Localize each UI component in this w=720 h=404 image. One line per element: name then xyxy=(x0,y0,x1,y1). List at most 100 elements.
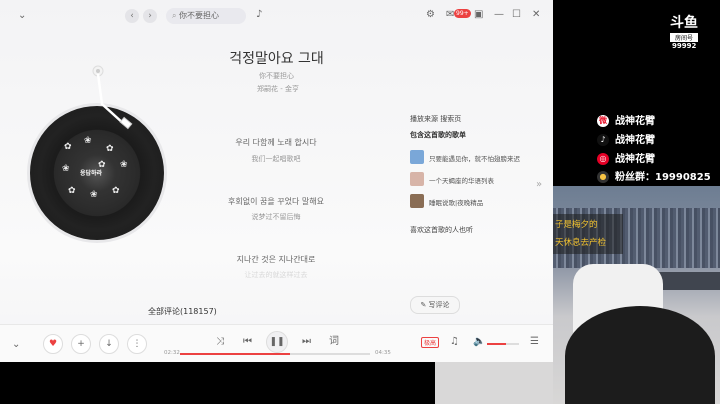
social-label: 粉丝群：19990825 xyxy=(615,172,711,183)
mini-mode-icon[interactable]: ▣ xyxy=(474,8,483,22)
lyric-translation: 让过去的就这样过去 xyxy=(244,271,308,279)
like-heart-button[interactable]: ♥ xyxy=(43,334,63,354)
playlist-item[interactable]: 睡眠说歌|夜晚精品 xyxy=(410,194,545,212)
current-time: 02:32 xyxy=(164,350,180,356)
minimize-icon[interactable]: — xyxy=(494,8,504,22)
playlist-item[interactable]: 一个天蝎座的华语列表 xyxy=(410,172,545,190)
expand-right-chevron-icon[interactable]: » xyxy=(536,178,542,192)
mail-icon[interactable]: ✉ xyxy=(446,8,454,22)
lyric-line: 후회없이 꿈을 꾸었다 말해요 xyxy=(228,197,324,206)
flower-icon: ✿ xyxy=(68,186,76,196)
progress-bar[interactable] xyxy=(180,353,370,355)
netease-icon: ◎ xyxy=(597,153,609,165)
volume-fill xyxy=(487,343,507,345)
platform-name: 斗鱼 xyxy=(670,15,698,31)
overlay-strip xyxy=(435,362,553,404)
fans-icon: ● xyxy=(597,171,609,183)
notification-badge: 99+ xyxy=(454,9,471,18)
collapse-chevron-icon[interactable]: ⌄ xyxy=(12,338,20,352)
song-artist[interactable]: 郑嗣花 - 金亨 xyxy=(248,84,308,94)
playlist-item[interactable]: 只要能遇见你，就不怕翅膀来迟 xyxy=(410,150,545,168)
audio-quality-badge[interactable]: 极高 xyxy=(421,337,440,348)
similar-listeners-heading: 喜欢这首歌的人也听 xyxy=(410,226,473,234)
voice-search-icon[interactable]: ♪ xyxy=(256,8,262,22)
close-icon[interactable]: ✕ xyxy=(532,8,540,22)
lyric-translation: 我们一起唱歌吧 xyxy=(251,155,301,163)
flower-icon: ✿ xyxy=(112,186,120,196)
cover-text: 응답하라 xyxy=(80,170,103,177)
forward-button[interactable]: › xyxy=(143,9,157,23)
tiktok-icon: ♪ xyxy=(597,134,609,146)
total-time: 04:35 xyxy=(375,350,391,356)
douyu-logo: 斗鱼 房间号 xyxy=(666,12,702,42)
flower-icon: ❀ xyxy=(90,190,98,200)
social-tiktok: ♪ 战神花臂 xyxy=(597,131,655,146)
lyric-line: 우리 다함께 노래 합시다 xyxy=(235,138,317,147)
more-icon: ⋮ xyxy=(132,339,142,349)
flower-icon: ❀ xyxy=(62,164,70,174)
social-label: 战神花臂 xyxy=(615,135,655,146)
playlist-thumbnail xyxy=(410,172,424,186)
flower-icon: ❀ xyxy=(84,136,92,146)
download-icon: ↓ xyxy=(105,339,113,349)
flower-icon: ✿ xyxy=(106,144,114,154)
weibo-icon: 微 xyxy=(597,115,609,127)
room-label: 房间号 xyxy=(670,33,698,42)
shuffle-icon[interactable]: ⤨ xyxy=(216,335,224,349)
flower-icon: ✿ xyxy=(64,142,72,152)
heart-icon: ♥ xyxy=(48,339,58,349)
pencil-icon: ✎ xyxy=(420,301,429,309)
playlist-name: 只要能遇见你，就不怕翅膀来迟 xyxy=(429,155,520,163)
plus-icon: + xyxy=(77,339,85,349)
more-options-button[interactable]: ⋮ xyxy=(127,334,147,354)
download-button[interactable]: ↓ xyxy=(99,334,119,354)
social-label: 战神花臂 xyxy=(615,154,655,165)
search-icon: ⌕ xyxy=(172,11,177,20)
lyric-translation: 说梦过不留后悔 xyxy=(251,213,301,221)
sound-effect-icon[interactable]: ♫ xyxy=(450,335,459,349)
song-subtitle: 你不要担心 xyxy=(259,72,294,80)
social-fans: ● 粉丝群：19990825 xyxy=(597,168,711,183)
collapse-chevron-icon[interactable]: ⌄ xyxy=(18,9,26,23)
progress-fill xyxy=(180,353,291,355)
caption-line: 天休息去产检 xyxy=(555,238,607,248)
volume-slider[interactable] xyxy=(487,343,519,345)
play-source[interactable]: 播放来源 搜索页 xyxy=(410,114,461,124)
social-netease: ◎ 战神花臂 xyxy=(597,150,655,165)
volume-icon[interactable]: 🔈 xyxy=(473,335,485,349)
room-number: 99992 xyxy=(672,42,697,50)
flower-icon: ❀ xyxy=(120,160,128,170)
playlist-queue-icon[interactable]: ☰ xyxy=(530,335,539,349)
search-input[interactable]: 你不要担心 xyxy=(179,11,219,20)
caption-line: 子是梅夕的 xyxy=(555,220,598,230)
tonearm xyxy=(92,65,133,130)
title-bar: ⌄ ‹ › ⌕ 你不要担心 ♪ ⚙ ✉ 99+ ▣ — ☐ ✕ xyxy=(0,0,553,32)
all-comments-label[interactable]: 全部评论(118157) xyxy=(148,306,217,317)
playback-bar: ⌄ ♥ + ↓ ⋮ ⤨ ⏮ ❚❚ ⏭ 词 极高 ♫ 🔈 ☰ xyxy=(0,324,553,362)
social-label: 战神花臂 xyxy=(615,116,655,127)
streamer-head xyxy=(565,306,715,404)
search-box[interactable]: ⌕ 你不要担心 xyxy=(166,8,246,24)
settings-gear-icon[interactable]: ⚙ xyxy=(426,8,435,22)
playlists-heading: 包含这首歌的歌单 xyxy=(410,131,466,139)
add-to-playlist-button[interactable]: + xyxy=(71,334,91,354)
playlist-thumbnail xyxy=(410,150,424,164)
playlist-thumbnail xyxy=(410,194,424,208)
album-cover: ✿ ❀ ✿ ❀ ❀ ✿ ❀ ✿ ✿ 응답하라 xyxy=(54,130,140,216)
social-weibo: 微战神花臂 xyxy=(597,112,655,127)
song-title: 걱정말아요 그대 xyxy=(229,51,324,67)
previous-track-icon[interactable]: ⏮ xyxy=(243,335,252,349)
next-track-icon[interactable]: ⏭ xyxy=(302,335,311,349)
pause-icon: ❚❚ xyxy=(269,337,285,347)
maximize-icon[interactable]: ☐ xyxy=(512,8,521,22)
caption-box: 子是梅夕的 天休息去产检 xyxy=(553,214,623,254)
lyric-line: 지나간 것은 지나간대로 xyxy=(236,255,316,264)
playlist-name: 睡眠说歌|夜晚精品 xyxy=(429,199,484,207)
write-comment-button[interactable]: ✎ 写评论 xyxy=(410,296,460,314)
write-comment-label: 写评论 xyxy=(428,301,450,309)
lyric-toggle-button[interactable]: 词 xyxy=(329,335,339,349)
back-button[interactable]: ‹ xyxy=(125,9,139,23)
music-player-window: ⌄ ‹ › ⌕ 你不要担心 ♪ ⚙ ✉ 99+ ▣ — ☐ ✕ 걱정말아요 그대… xyxy=(0,0,553,362)
playlist-name: 一个天蝎座的华语列表 xyxy=(429,177,494,185)
pause-button[interactable]: ❚❚ xyxy=(266,331,288,353)
